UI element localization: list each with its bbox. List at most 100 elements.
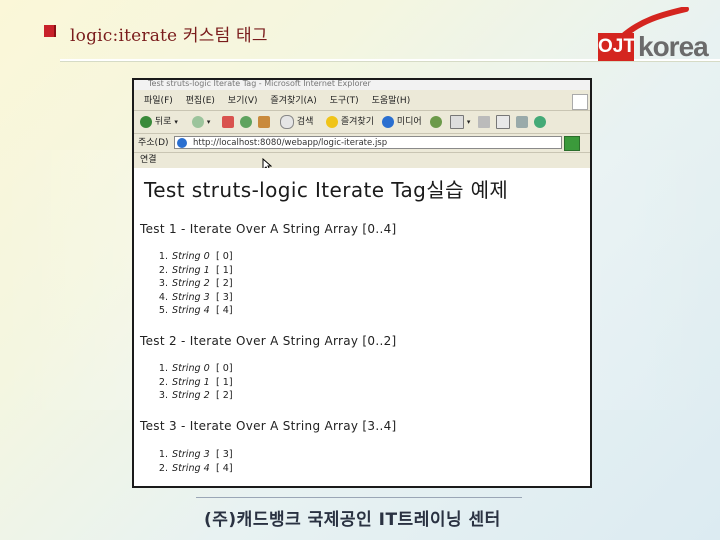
item-string: String 0 [172, 251, 210, 262]
address-label: 주소(D) [138, 138, 169, 148]
item-string: String 2 [172, 278, 210, 290]
forward-arrow-icon [192, 115, 204, 128]
media-label: 미디어 [396, 117, 422, 127]
mail-icon [450, 114, 464, 129]
item-number: 4. [158, 291, 168, 303]
logo-ojt: OJT [598, 33, 635, 61]
go-button[interactable] [564, 136, 580, 151]
search-button[interactable]: 검색 [280, 111, 313, 133]
item-number: 2. [158, 462, 168, 474]
stop-button[interactable] [222, 111, 234, 133]
item-string: String 3 [172, 291, 210, 303]
address-input[interactable]: http://localhost:8080/webapp/logic-itera… [174, 136, 562, 149]
menu-edit[interactable]: 편집(E) [186, 96, 215, 106]
list-item: 3. String 2 [ 2] [150, 389, 233, 403]
back-button[interactable]: 뒤로 ▾ [140, 111, 178, 133]
item-index: [ 0] [216, 363, 233, 374]
list-item: 1. String 0 [ 0] [150, 250, 233, 264]
links-bar: 연결 [134, 153, 590, 168]
ojt-korea-logo: OJT korea [598, 7, 714, 63]
ie-page-icon [177, 138, 187, 148]
item-number: 3. [158, 390, 168, 402]
media-icon [382, 115, 394, 128]
item-index: [ 0] [216, 251, 233, 262]
forward-button[interactable]: ▾ [192, 111, 210, 133]
search-label: 검색 [296, 117, 314, 127]
refresh-button[interactable] [240, 111, 252, 133]
footer-divider [196, 497, 522, 498]
mail-button[interactable]: ▾ [450, 111, 470, 133]
links-label[interactable]: 연결 [140, 155, 157, 165]
item-string: String 0 [172, 363, 210, 374]
list-item: 3. String 2 [ 2] [150, 277, 233, 291]
browser-window: Test struts-logic Iterate Tag - Microsof… [132, 78, 592, 488]
item-index: [ 3] [216, 449, 233, 460]
item-number: 1. [158, 449, 168, 460]
item-index: [ 4] [216, 305, 233, 317]
menu-bar: 파일(F) 편집(E) 보기(V) 즐겨찾기(A) 도구(T) 도움말(H) [134, 92, 590, 111]
slide-title: logic:iterate 커스텀 태그 [70, 26, 268, 46]
test-1-heading: Test 1 - Iterate Over A String Array [0.… [140, 222, 397, 236]
item-index: [ 4] [216, 462, 233, 474]
menu-view[interactable]: 보기(V) [228, 96, 258, 106]
logo-korea: korea [638, 31, 709, 62]
list-item: 4. String 3 [ 3] [150, 291, 233, 305]
item-number: 5. [158, 305, 168, 317]
favorites-label: 즐겨찾기 [340, 117, 374, 127]
list-item: 1. String 0 [ 0] [150, 362, 233, 376]
item-index: [ 1] [216, 376, 233, 388]
item-string: String 4 [172, 305, 210, 317]
item-index: [ 2] [216, 278, 233, 290]
windows-logo-icon [572, 94, 588, 110]
menu-help[interactable]: 도움말(H) [372, 96, 411, 106]
item-string: String 1 [172, 376, 210, 388]
menu-tools[interactable]: 도구(T) [330, 96, 359, 106]
stop-icon [222, 115, 234, 128]
test-3-heading: Test 3 - Iterate Over A String Array [3.… [140, 419, 397, 433]
print-icon [478, 115, 490, 128]
item-number: 2. [158, 264, 168, 276]
discuss-button[interactable] [516, 111, 528, 133]
list-item: 5. String 4 [ 4] [150, 304, 233, 318]
favorites-button[interactable]: 즐겨찾기 [326, 111, 374, 133]
messenger-icon [534, 115, 546, 128]
item-index: [ 1] [216, 264, 233, 276]
toolbar: 뒤로 ▾ ▾ 검색 즐겨찾기 미디어 ▾ [134, 111, 590, 134]
history-icon [430, 115, 442, 128]
address-bar: 주소(D) http://localhost:8080/webapp/logic… [134, 134, 590, 153]
edit-button[interactable] [496, 111, 510, 133]
item-number: 1. [158, 363, 168, 374]
item-index: [ 3] [216, 291, 233, 303]
test-1-list: 1. String 0 [ 0] 2. String 1 [ 1] 3. String 2 [ … [150, 250, 233, 318]
favorites-star-icon [326, 115, 338, 128]
window-title: Test struts-logic Iterate Tag - Microsof… [134, 80, 590, 90]
list-item: 2. String 1 [ 1] [150, 264, 233, 278]
page-heading: Test struts-logic Iterate Tag실습 예제 [144, 178, 509, 202]
list-item: 2. String 1 [ 1] [150, 376, 233, 390]
list-item: 1. String 3 [ 3] [150, 448, 233, 462]
item-number: 1. [158, 251, 168, 262]
test-3-list: 1. String 3 [ 3] 2. String 4 [ 4] [150, 448, 233, 475]
item-string: String 4 [172, 462, 210, 474]
edit-page-icon [496, 114, 510, 129]
home-icon [258, 115, 270, 128]
back-arrow-icon [140, 115, 152, 128]
test-2-list: 1. String 0 [ 0] 2. String 1 [ 1] 3. String 2 [ … [150, 362, 233, 403]
history-button[interactable] [430, 111, 442, 133]
item-string: String 3 [172, 449, 210, 460]
menu-favorites[interactable]: 즐겨찾기(A) [270, 96, 316, 106]
print-button[interactable] [478, 111, 490, 133]
page-content: Test struts-logic Iterate Tag실습 예제 Test … [134, 168, 590, 486]
list-item: 2. String 4 [ 4] [150, 462, 233, 476]
item-index: [ 2] [216, 390, 233, 402]
title-bullet-icon [44, 25, 56, 37]
item-string: String 1 [172, 264, 210, 276]
home-button[interactable] [258, 111, 270, 133]
media-button[interactable]: 미디어 [382, 111, 422, 133]
menu-file[interactable]: 파일(F) [144, 96, 173, 106]
messenger-button[interactable] [534, 111, 546, 133]
search-icon [280, 114, 294, 129]
footer-text: (주)캐드뱅크 국제공인 IT트레이닝 센터 [204, 510, 501, 530]
test-2-heading: Test 2 - Iterate Over A String Array [0.… [140, 334, 397, 348]
back-label: 뒤로 [154, 117, 172, 127]
